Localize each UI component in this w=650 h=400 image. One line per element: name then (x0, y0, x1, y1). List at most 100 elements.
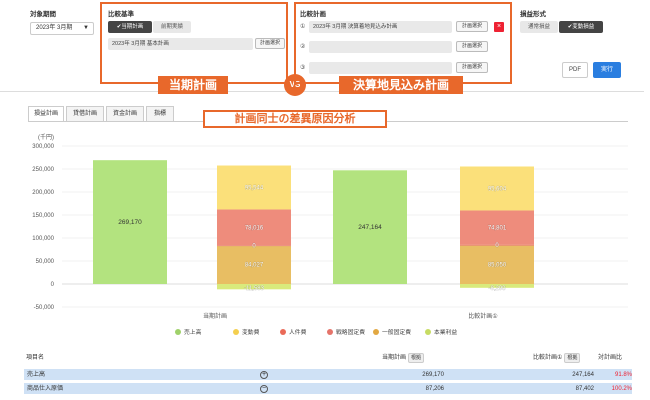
stack-bar-segment (460, 244, 534, 246)
stack-bar-segment (460, 284, 534, 288)
row-ratio: 100.2% (611, 386, 632, 392)
table-header-item: 項目名 (26, 355, 45, 361)
stack-bar-segment (217, 284, 291, 290)
y-tick-label: 150,000 (32, 213, 54, 219)
stack-data-label: 95,604 (488, 186, 507, 192)
tab-pl[interactable]: 損益計画 (28, 106, 64, 122)
pl-format-option-normal[interactable]: 通常損益 (520, 21, 558, 33)
stack-data-label: 0 (252, 243, 256, 249)
stack-data-label: 0 (495, 243, 499, 249)
table-row: 商品仕入原価 − 87,206 87,402 100.2% (24, 383, 632, 395)
compare-basis-button[interactable]: 根拠 (564, 353, 581, 363)
table-header-base: 当期計画 根拠 (382, 352, 425, 363)
legend-label: 売上高 (184, 328, 202, 336)
legend-label: 人件費 (289, 328, 307, 336)
row-compare-value: 247,164 (572, 372, 594, 378)
base-plan-select-button[interactable]: 計画選択 (255, 38, 285, 49)
y-axis-unit: (千円) (38, 133, 54, 141)
y-tick-label: 0 (51, 282, 55, 288)
base-option-prev-actual[interactable]: 前期実績 (153, 21, 191, 33)
table-row: 売上高 + 269,170 247,164 91.8% (24, 369, 632, 381)
tab-bs[interactable]: 貸借計画 (66, 106, 104, 122)
pdf-button[interactable]: PDF (562, 62, 588, 78)
legend-label: 本業利益 (434, 328, 457, 336)
stack-bar-segment (217, 245, 291, 247)
base-basis-button[interactable]: 根拠 (408, 353, 425, 363)
collapse-icon[interactable]: − (260, 385, 268, 393)
x-category-label: 比較計画① (468, 312, 497, 320)
y-tick-label: 300,000 (32, 144, 54, 150)
period-value: 2023年 3月期 (36, 25, 73, 31)
row-item: 商品仕入原価 (27, 386, 64, 392)
filter-panel: 対象期間 2023年 3月期 ▼ 比較基準 ✔当期計画 前期実績 2023年 3… (0, 0, 644, 96)
row-base-value: 269,170 (422, 372, 444, 378)
compare-label: 比較計画 (300, 11, 326, 18)
legend-marker (327, 329, 333, 335)
stack-data-label: 78,016 (245, 225, 264, 231)
compare-row-3-select-button[interactable]: 計画選択 (456, 62, 488, 73)
tab-indicators[interactable]: 指標 (146, 106, 174, 122)
y-tick-label: 100,000 (32, 236, 54, 242)
legend-marker (175, 329, 181, 335)
base-plan-field: 2023年 3月期 基本計画 (108, 38, 253, 50)
compare-row-3-field (309, 62, 452, 74)
compare-row-2-field (309, 41, 452, 53)
period-select[interactable]: 2023年 3月期 ▼ (30, 22, 94, 35)
expand-icon[interactable]: + (260, 371, 268, 379)
x-category-label: 当期計画 (203, 312, 227, 320)
legend-marker (373, 329, 379, 335)
revenue-bar (93, 160, 167, 284)
stack-data-label: -8,290 (488, 286, 506, 292)
stack-data-label: 74,801 (488, 226, 507, 232)
pl-format-option-variable[interactable]: ✔変動損益 (559, 21, 603, 33)
legend-marker (280, 329, 286, 335)
pl-format-option-label: 変動損益 (572, 24, 595, 30)
compare-row-1-num: ① (300, 24, 306, 30)
stack-data-label: 95,544 (245, 185, 264, 191)
tab-cash[interactable]: 資金計画 (106, 106, 144, 122)
legend-label: 変動費 (242, 328, 260, 336)
y-tick-label: 250,000 (32, 167, 54, 173)
stack-bar-segment (217, 209, 291, 246)
stack-data-label: 85,050 (488, 262, 507, 268)
legend-marker (425, 329, 431, 335)
row-base-value: 87,206 (425, 386, 444, 392)
base-callout: 当期計画 (158, 76, 228, 94)
compare-callout: 決算地見込み計画 (339, 76, 463, 94)
stack-data-label: -11,583 (244, 286, 265, 292)
row-ratio: 91.8% (614, 372, 632, 378)
chevron-down-icon: ▼ (83, 25, 89, 31)
table-header-compare: 比較計画① 根拠 (533, 352, 581, 363)
stack-bar-segment (460, 166, 534, 211)
legend-label: 戦略固定費 (336, 328, 365, 336)
stack-bar-segment (460, 210, 534, 245)
stack-bar-segment (217, 245, 291, 284)
compare-row-3-num: ③ (300, 65, 306, 71)
y-tick-label: 50,000 (36, 259, 55, 265)
table-header-base-label: 当期計画 (382, 355, 407, 361)
table-header-ratio: 対計画比 (598, 355, 623, 361)
compare-row-1-select-button[interactable]: 計画選択 (456, 21, 488, 32)
run-button[interactable]: 実行 (593, 62, 621, 78)
analysis-callout: 計画同士の差異原因分析 (203, 110, 387, 128)
compare-row-1-field: 2023年 3月期 決算着地見込み計画 (309, 21, 452, 33)
legend-marker (233, 329, 239, 335)
revenue-data-label: 269,170 (118, 219, 142, 226)
table-header-compare-label: 比較計画① (533, 355, 563, 361)
legend-label: 一般固定費 (382, 328, 411, 336)
y-tick-label: -50,000 (34, 305, 55, 311)
base-option-current-plan[interactable]: ✔当期計画 (108, 21, 152, 33)
close-icon[interactable]: × (494, 22, 504, 32)
row-item: 売上高 (27, 372, 46, 378)
compare-row-2-select-button[interactable]: 計画選択 (456, 41, 488, 52)
base-option-label: 当期計画 (121, 24, 144, 30)
stack-bar-segment (460, 244, 534, 284)
stack-data-label: 84,027 (245, 263, 264, 269)
period-label: 対象期間 (30, 11, 56, 18)
revenue-bar (333, 170, 407, 284)
compare-row-2-num: ② (300, 44, 306, 50)
pl-format-label: 損益形式 (520, 11, 546, 18)
row-compare-value: 87,402 (575, 386, 594, 392)
stack-bar-segment (217, 165, 291, 210)
base-label: 比較基準 (108, 11, 134, 18)
